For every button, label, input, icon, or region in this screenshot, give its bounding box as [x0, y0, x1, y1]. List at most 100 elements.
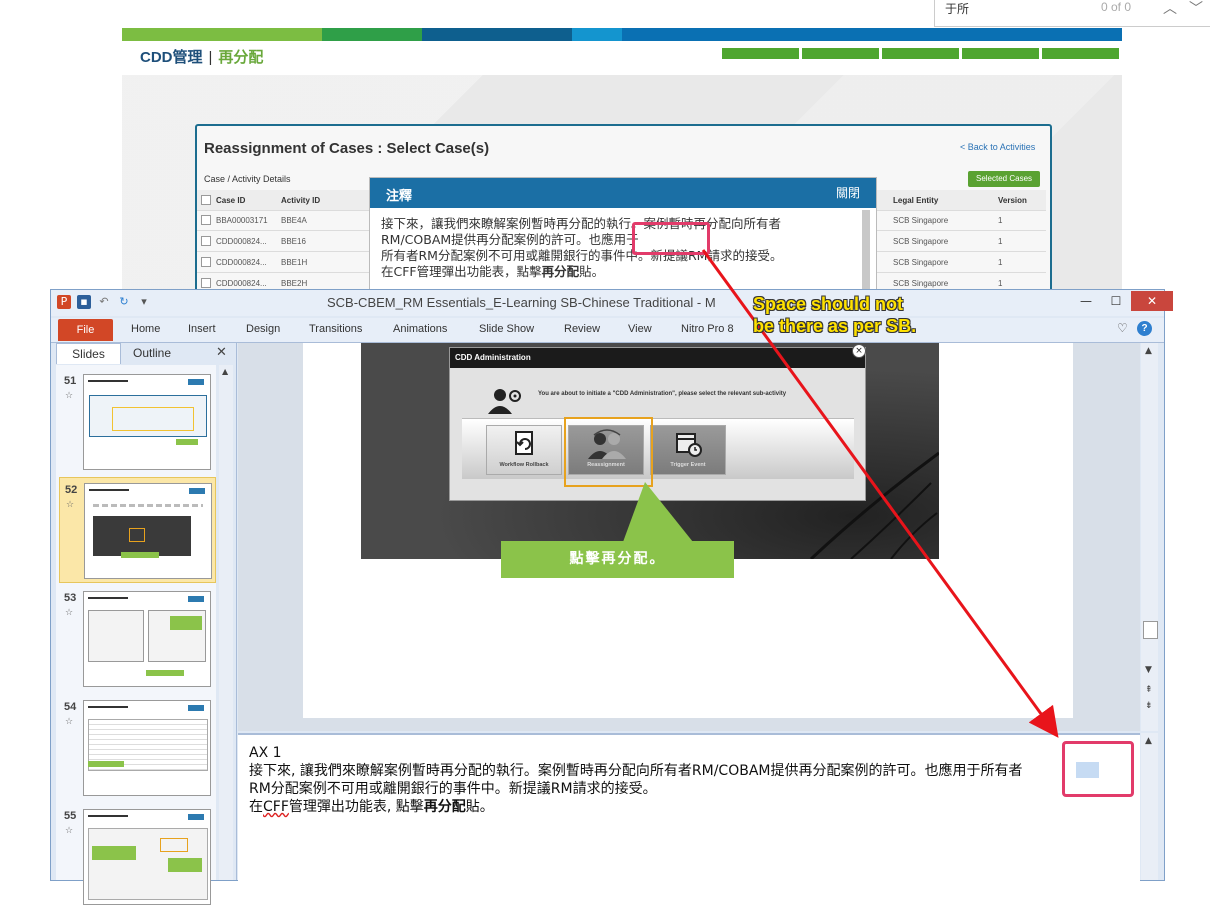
brand-stripe: [122, 28, 1122, 41]
previous-slide-icon[interactable]: ⇞: [1145, 685, 1153, 695]
callout-pointer: [623, 482, 693, 542]
review-annotation: Space should not be there as per SB.: [753, 293, 916, 337]
dialog-title: Reassignment of Cases : Select Case(s): [204, 140, 490, 157]
tab-review[interactable]: Review: [564, 323, 600, 335]
document-undo-icon: [515, 431, 533, 455]
case-id: BBA00003171: [216, 216, 268, 225]
undo-icon[interactable]: ↶: [97, 295, 111, 309]
slide-preview: [84, 483, 212, 579]
find-count: 0 of 0: [1101, 0, 1132, 14]
find-bar[interactable]: 于所 0 of 0 ︿ ﹀: [934, 0, 1210, 27]
notes-line: RM分配案例不可用或離開銀行的事件中。新提議RM請求的接受。: [249, 781, 657, 797]
pane-close-icon[interactable]: ✕: [216, 344, 227, 360]
select-all-checkbox[interactable]: [201, 195, 211, 205]
note-line-text: 在CFF管理彈出功能表，點擊: [381, 264, 542, 279]
notes-scrollbar[interactable]: ▲: [1141, 733, 1158, 880]
animation-star-icon: ☆: [65, 826, 74, 836]
scrollbar-thumb[interactable]: [1143, 621, 1158, 639]
case-id: CDD000824...: [216, 237, 267, 246]
row-checkbox[interactable]: [201, 257, 211, 267]
tab-outline[interactable]: Outline: [122, 343, 182, 363]
powerpoint-app-icon[interactable]: P: [57, 295, 71, 309]
find-prev-icon[interactable]: ︿: [1163, 0, 1177, 18]
tab-file[interactable]: File: [58, 319, 113, 341]
close-button[interactable]: ✕: [1131, 291, 1173, 311]
tab-nitro-pro[interactable]: Nitro Pro 8: [681, 323, 734, 335]
slide-preview: [83, 374, 211, 470]
notes-text: 在: [249, 799, 263, 815]
page-title-main: CDD管理: [140, 49, 203, 66]
slide-number: 55: [64, 810, 77, 822]
animation-star-icon: ☆: [65, 391, 74, 401]
slide-thumbnail[interactable]: 54 ☆: [59, 695, 214, 799]
notes-heading: AX 1: [249, 745, 282, 761]
slide-thumbnail[interactable]: 55 ☆: [59, 804, 214, 908]
next-slide-icon[interactable]: ⇟: [1145, 701, 1153, 711]
thumbnail-scrollbar[interactable]: ▲: [219, 365, 233, 880]
slide-thumbnail-list: 51 ☆ 52 ☆ 53 ☆ 54 ☆ 55 ☆: [56, 365, 216, 905]
slide-thumbnail-selected[interactable]: 52 ☆: [59, 477, 216, 583]
tab-animations[interactable]: Animations: [393, 323, 447, 335]
note-scrollbar[interactable]: [862, 210, 870, 290]
case-id: CDD000824...: [216, 258, 267, 267]
slide-canvas[interactable]: CDD Administration × You are about to in…: [303, 343, 1073, 718]
slide-scrollbar[interactable]: ▲ ▼ ⇞ ⇟: [1141, 343, 1158, 731]
customize-toolbar-icon[interactable]: ▾: [137, 295, 151, 309]
find-input[interactable]: 于所: [945, 0, 969, 17]
note-popup-title: 注釋: [386, 189, 413, 204]
minimize-button[interactable]: —: [1071, 291, 1101, 311]
maximize-button[interactable]: ☐: [1101, 291, 1131, 311]
note-line-bold: 再分配: [541, 264, 580, 279]
cdd-modal-title: CDD Administration: [450, 348, 865, 368]
click-reassign-callout: 點擊再分配。: [501, 541, 734, 578]
tab-design[interactable]: Design: [246, 323, 280, 335]
note-line: RM/COBAM提供再分配案例的許可。也應用于: [381, 232, 639, 247]
notes-text-bold: 再分配: [423, 799, 466, 815]
scroll-down-icon[interactable]: ▼: [1145, 665, 1152, 675]
row-checkbox[interactable]: [201, 215, 211, 225]
note-popup-header: 注釋 關閉: [370, 178, 876, 208]
redo-icon[interactable]: ↻: [117, 295, 131, 309]
row-checkbox[interactable]: [201, 236, 211, 246]
note-line: 所有者RM分配案例不可用或離開銀行的事件中。新提議RM請求的接受。: [381, 248, 783, 263]
activity-id: BBE1H: [281, 258, 308, 267]
notes-pane[interactable]: AX 1 接下來, 讓我們來瞭解案例暫時再分配的執行。案例暫時再分配向所有者RM…: [238, 733, 1140, 882]
tab-slides[interactable]: Slides: [56, 343, 121, 364]
annotation-line: Space should not: [753, 294, 904, 314]
scroll-up-icon[interactable]: ▲: [1145, 736, 1152, 746]
tab-view[interactable]: View: [628, 323, 652, 335]
help-icon[interactable]: ?: [1137, 321, 1152, 336]
scroll-up-icon[interactable]: ▲: [222, 367, 228, 376]
selected-cases-button[interactable]: Selected Cases: [968, 171, 1040, 187]
save-icon[interactable]: ▪: [77, 295, 91, 309]
slide-number: 52: [65, 484, 78, 496]
scroll-up-icon[interactable]: ▲: [1145, 346, 1152, 356]
window-title: SCB-CBEM_RM Essentials_E-Learning SB-Chi…: [327, 295, 716, 310]
slide-thumbnail[interactable]: 51 ☆: [59, 369, 214, 473]
tab-slide-show[interactable]: Slide Show: [479, 323, 534, 335]
notes-line: 接下來, 讓我們來瞭解案例暫時再分配的執行。案例暫時再分配向所有者RM/COBA…: [249, 763, 1023, 779]
back-to-activities-link[interactable]: < Back to Activities: [960, 142, 1035, 152]
tab-transitions[interactable]: Transitions: [309, 323, 362, 335]
annotation-line: be there as per SB.: [753, 316, 917, 336]
window-controls: — ☐ ✕: [1071, 291, 1173, 311]
notes-text: 貼。: [465, 799, 494, 815]
quick-access-toolbar: P ▪ ↶ ↻ ▾: [57, 295, 151, 309]
notes-text-misspelled: CFF: [263, 799, 289, 815]
slide-preview: [83, 809, 211, 905]
notes-text: 管理彈出功能表, 點擊: [288, 799, 424, 815]
tab-insert[interactable]: Insert: [188, 323, 216, 335]
cdd-modal-message: You are about to initiate a "CDD Adminis…: [538, 391, 787, 397]
tab-home[interactable]: Home: [131, 323, 160, 335]
powerpoint-window: P ▪ ↶ ↻ ▾ SCB-CBEM_RM Essentials_E-Learn…: [50, 289, 1173, 905]
find-next-icon[interactable]: ﹀: [1189, 0, 1203, 18]
row-checkbox[interactable]: [201, 278, 211, 288]
minimize-ribbon-icon[interactable]: ♡: [1117, 321, 1128, 335]
slide-thumbnail[interactable]: 53 ☆: [59, 586, 214, 690]
title-bar: P ▪ ↶ ↻ ▾ SCB-CBEM_RM Essentials_E-Learn…: [51, 290, 1173, 316]
note-close-button[interactable]: 關閉: [836, 184, 860, 201]
workflow-rollback-tile: Workflow Rollback: [486, 425, 562, 475]
slide-preview: [83, 700, 211, 796]
column-header: Activity ID: [281, 196, 321, 205]
tile-label: Workflow Rollback: [499, 462, 549, 468]
